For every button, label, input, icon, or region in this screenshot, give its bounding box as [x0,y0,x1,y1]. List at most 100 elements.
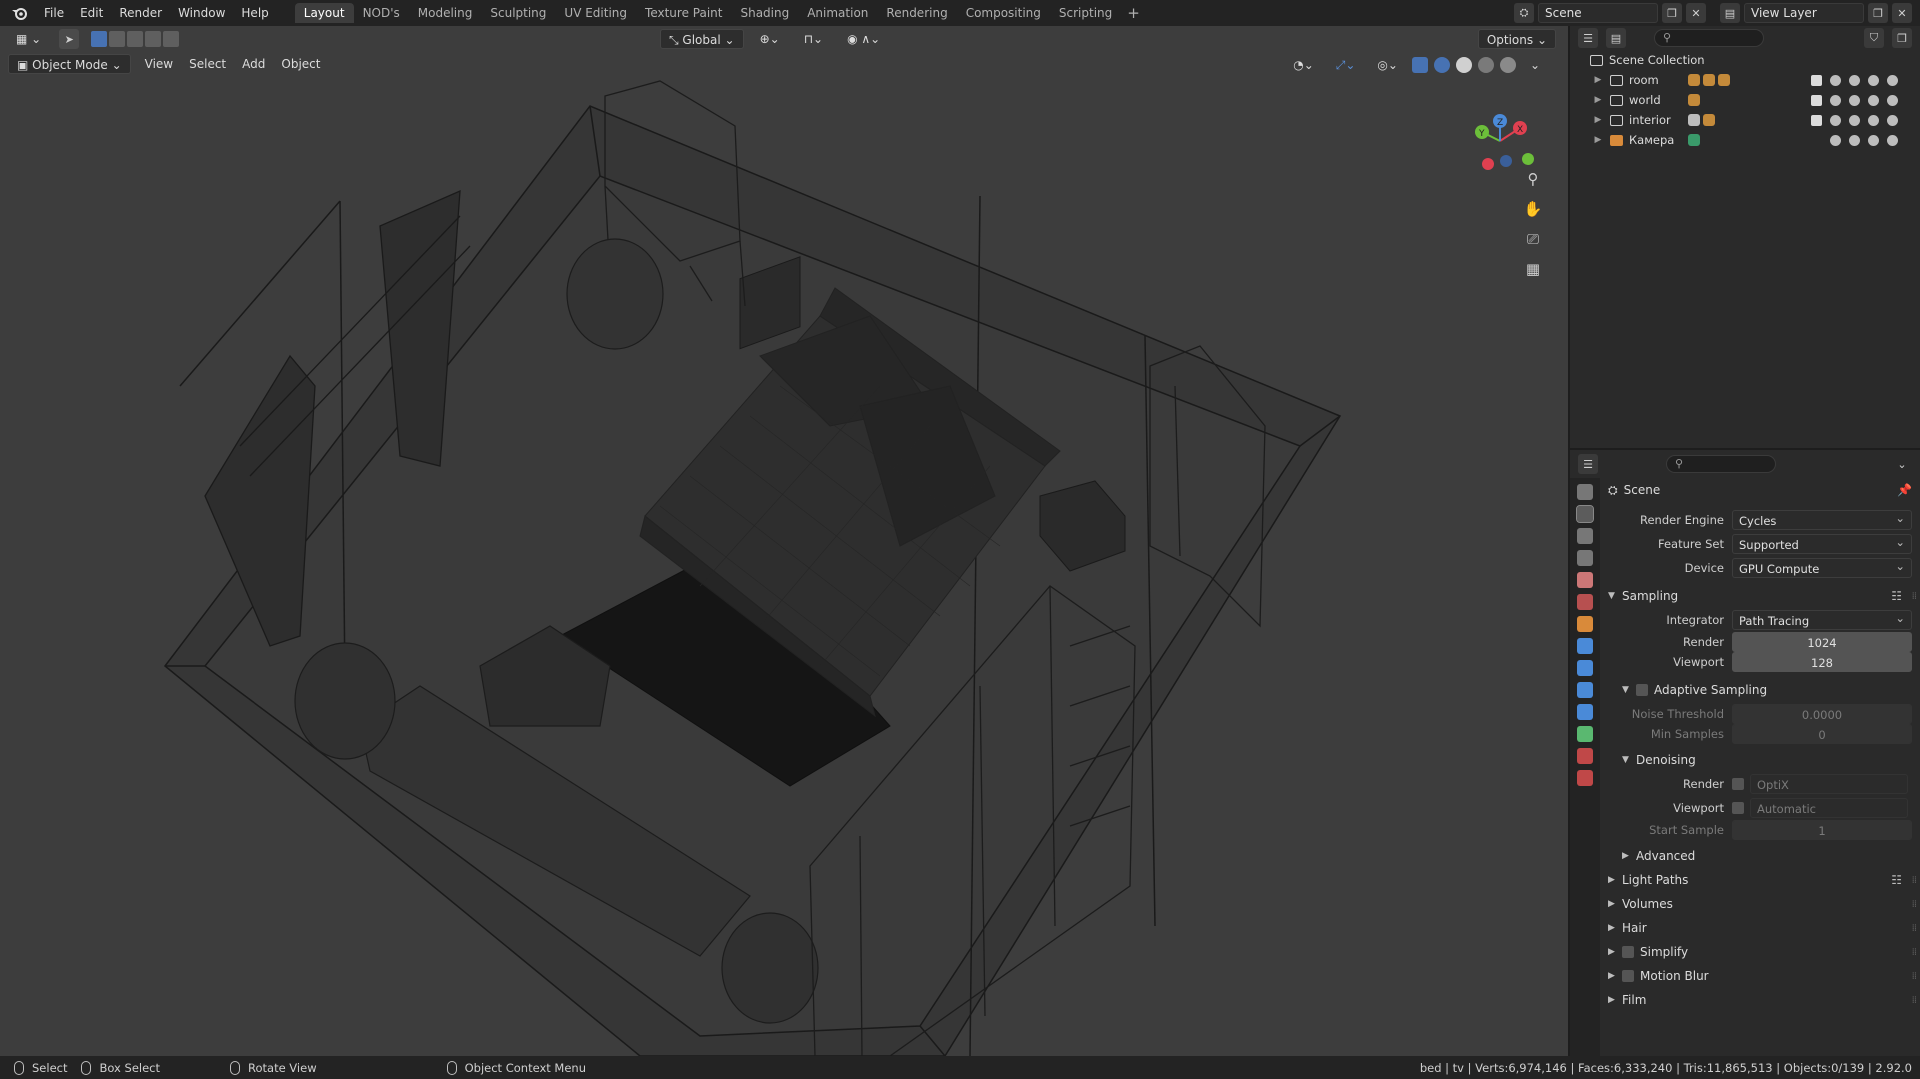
properties-options-icon[interactable]: ⌄ [1892,454,1912,474]
exclude-checkbox[interactable] [1811,74,1822,86]
noise-threshold-field[interactable]: 0.0000 [1732,704,1912,724]
outliner-search-input[interactable]: ⚲ [1654,29,1764,47]
constraints-tab-icon[interactable] [1577,704,1593,720]
drag-handle-icon[interactable]: ⁞⁞ [1912,971,1917,982]
tab-scripting[interactable]: Scripting [1050,3,1121,23]
min-samples-field[interactable]: 0 [1732,724,1912,744]
output-tab-icon[interactable] [1577,528,1593,544]
panel-volumes[interactable]: ▶ Volumes ⁞⁞ [1600,892,1920,916]
material-tab-icon[interactable] [1577,748,1593,764]
menu-view[interactable]: View [137,54,181,74]
drag-handle-icon[interactable]: ⁞⁞ [1912,899,1917,910]
drag-handle-icon[interactable]: ⁞⁞ [1912,923,1917,934]
snap-icon[interactable]: ⊓⌄ [796,29,831,49]
zoom-icon[interactable]: ⚲ [1520,166,1546,192]
gizmo-toggle-icon[interactable]: ⤢⌄ [1328,55,1364,75]
editor-type-button[interactable]: ▦ ⌄ [8,29,49,49]
menu-select[interactable]: Select [181,54,234,74]
blender-logo-icon[interactable] [8,2,30,24]
denoise-viewport-dropdown[interactable]: Automatic [1750,798,1908,818]
proportional-edit-icon[interactable]: ◉ ∧⌄ [839,29,888,49]
render-camera-icon[interactable] [1887,134,1898,146]
eye-icon[interactable] [1849,134,1860,146]
exclude-checkbox[interactable] [1811,94,1822,106]
view-layer-icon[interactable]: ▤ [1720,3,1740,23]
motion-blur-checkbox[interactable] [1622,970,1634,982]
advanced-header[interactable]: ▶ Advanced [1600,844,1920,868]
options-dropdown[interactable]: Options ⌄ [1477,29,1556,49]
xray-toggle-icon[interactable] [1411,57,1428,73]
sampling-panel-header[interactable]: ▼ Sampling ☷ ⁞⁞ [1600,584,1920,608]
monitor-icon[interactable] [1868,74,1879,86]
object-mode-dropdown[interactable]: ▣ Object Mode ⌄ [8,54,131,74]
select-intersect-icon[interactable] [163,31,180,47]
menu-window[interactable]: Window [170,0,233,26]
outliner-editor-type-icon[interactable]: ☰ [1578,28,1598,48]
render-samples-field[interactable]: 1024 [1732,632,1912,652]
select-invert-icon[interactable] [145,31,162,47]
hand-icon[interactable]: ✋ [1520,196,1546,222]
add-workspace-button[interactable]: + [1121,4,1146,22]
drag-handle-icon[interactable]: ⁞⁞ [1912,591,1917,602]
new-scene-icon[interactable]: ❐ [1662,3,1682,23]
scene-icon[interactable]: ⛭ [1514,3,1534,23]
properties-search-input[interactable]: ⚲ [1666,455,1776,473]
delete-scene-icon[interactable]: ✕ [1686,3,1706,23]
overlay-toggle-icon[interactable]: ◎⌄ [1369,55,1406,75]
filter-icon[interactable]: ⛉ [1864,28,1884,48]
select-extend-icon[interactable] [109,31,126,47]
tool-tab-icon[interactable] [1577,484,1593,500]
tab-layout[interactable]: Layout [294,3,354,23]
delete-view-layer-icon[interactable]: ✕ [1892,3,1912,23]
physics-tab-icon[interactable] [1577,682,1593,698]
menu-file[interactable]: File [36,0,72,26]
grid-icon[interactable]: ▦ [1520,256,1546,282]
texture-tab-icon[interactable] [1577,770,1593,786]
wireframe-shading-icon[interactable] [1433,57,1450,73]
display-mode-icon[interactable]: ▤ [1606,28,1626,48]
adaptive-sampling-checkbox[interactable] [1636,684,1648,696]
monitor-icon[interactable] [1868,134,1879,146]
properties-editor-type-icon[interactable]: ☰ [1578,454,1598,474]
rendered-shading-icon[interactable] [1499,57,1516,73]
menu-add[interactable]: Add [234,54,273,74]
panel-motion-blur[interactable]: ▶ Motion Blur ⁞⁞ [1600,964,1920,988]
scene-tab-icon[interactable] [1577,572,1593,588]
panel-film[interactable]: ▶ Film ⁞⁞ [1600,988,1920,1012]
select-toggle-icon[interactable] [1830,114,1841,126]
outliner-item-room[interactable]: ▶ room [1570,70,1920,90]
panel-light-paths[interactable]: ▶ Light Paths ☷ ⁞⁞ [1600,868,1920,892]
view-layer-tab-icon[interactable] [1577,550,1593,566]
menu-object[interactable]: Object [273,54,328,74]
render-camera-icon[interactable] [1887,114,1898,126]
tab-modeling[interactable]: Modeling [409,3,482,23]
render-camera-icon[interactable] [1887,74,1898,86]
tab-shading[interactable]: Shading [731,3,798,23]
tab-texture-paint[interactable]: Texture Paint [636,3,731,23]
monitor-icon[interactable] [1868,114,1879,126]
select-toggle-icon[interactable] [1830,94,1841,106]
outliner-item-world[interactable]: ▶ world [1570,90,1920,110]
render-camera-icon[interactable] [1887,94,1898,106]
scene-collection-row[interactable]: Scene Collection [1570,50,1920,70]
tab-nods[interactable]: NOD's [354,3,409,23]
select-new-icon[interactable] [91,31,108,47]
menu-help[interactable]: Help [233,0,276,26]
adaptive-sampling-header[interactable]: ▼ Adaptive Sampling [1600,678,1920,702]
visibility-icon[interactable]: ◔⌄ [1285,55,1322,75]
tab-compositing[interactable]: Compositing [957,3,1050,23]
presets-icon[interactable]: ☷ [1891,589,1902,603]
select-toggle-icon[interactable] [1830,134,1841,146]
pivot-point-icon[interactable]: ⊕⌄ [752,29,788,49]
denoise-viewport-checkbox[interactable] [1732,802,1744,814]
panel-hair[interactable]: ▶ Hair ⁞⁞ [1600,916,1920,940]
expand-arrow-icon[interactable]: ▶ [1592,115,1604,125]
new-view-layer-icon[interactable]: ❐ [1868,3,1888,23]
object-tab-icon[interactable] [1577,616,1593,632]
drag-handle-icon[interactable]: ⁞⁞ [1912,995,1917,1006]
render-tab-icon[interactable] [1576,505,1594,523]
drag-handle-icon[interactable]: ⁞⁞ [1912,947,1917,958]
exclude-checkbox[interactable] [1811,114,1822,126]
scene-name-field[interactable]: Scene [1538,3,1658,23]
device-dropdown[interactable]: GPU Compute [1732,556,1912,578]
